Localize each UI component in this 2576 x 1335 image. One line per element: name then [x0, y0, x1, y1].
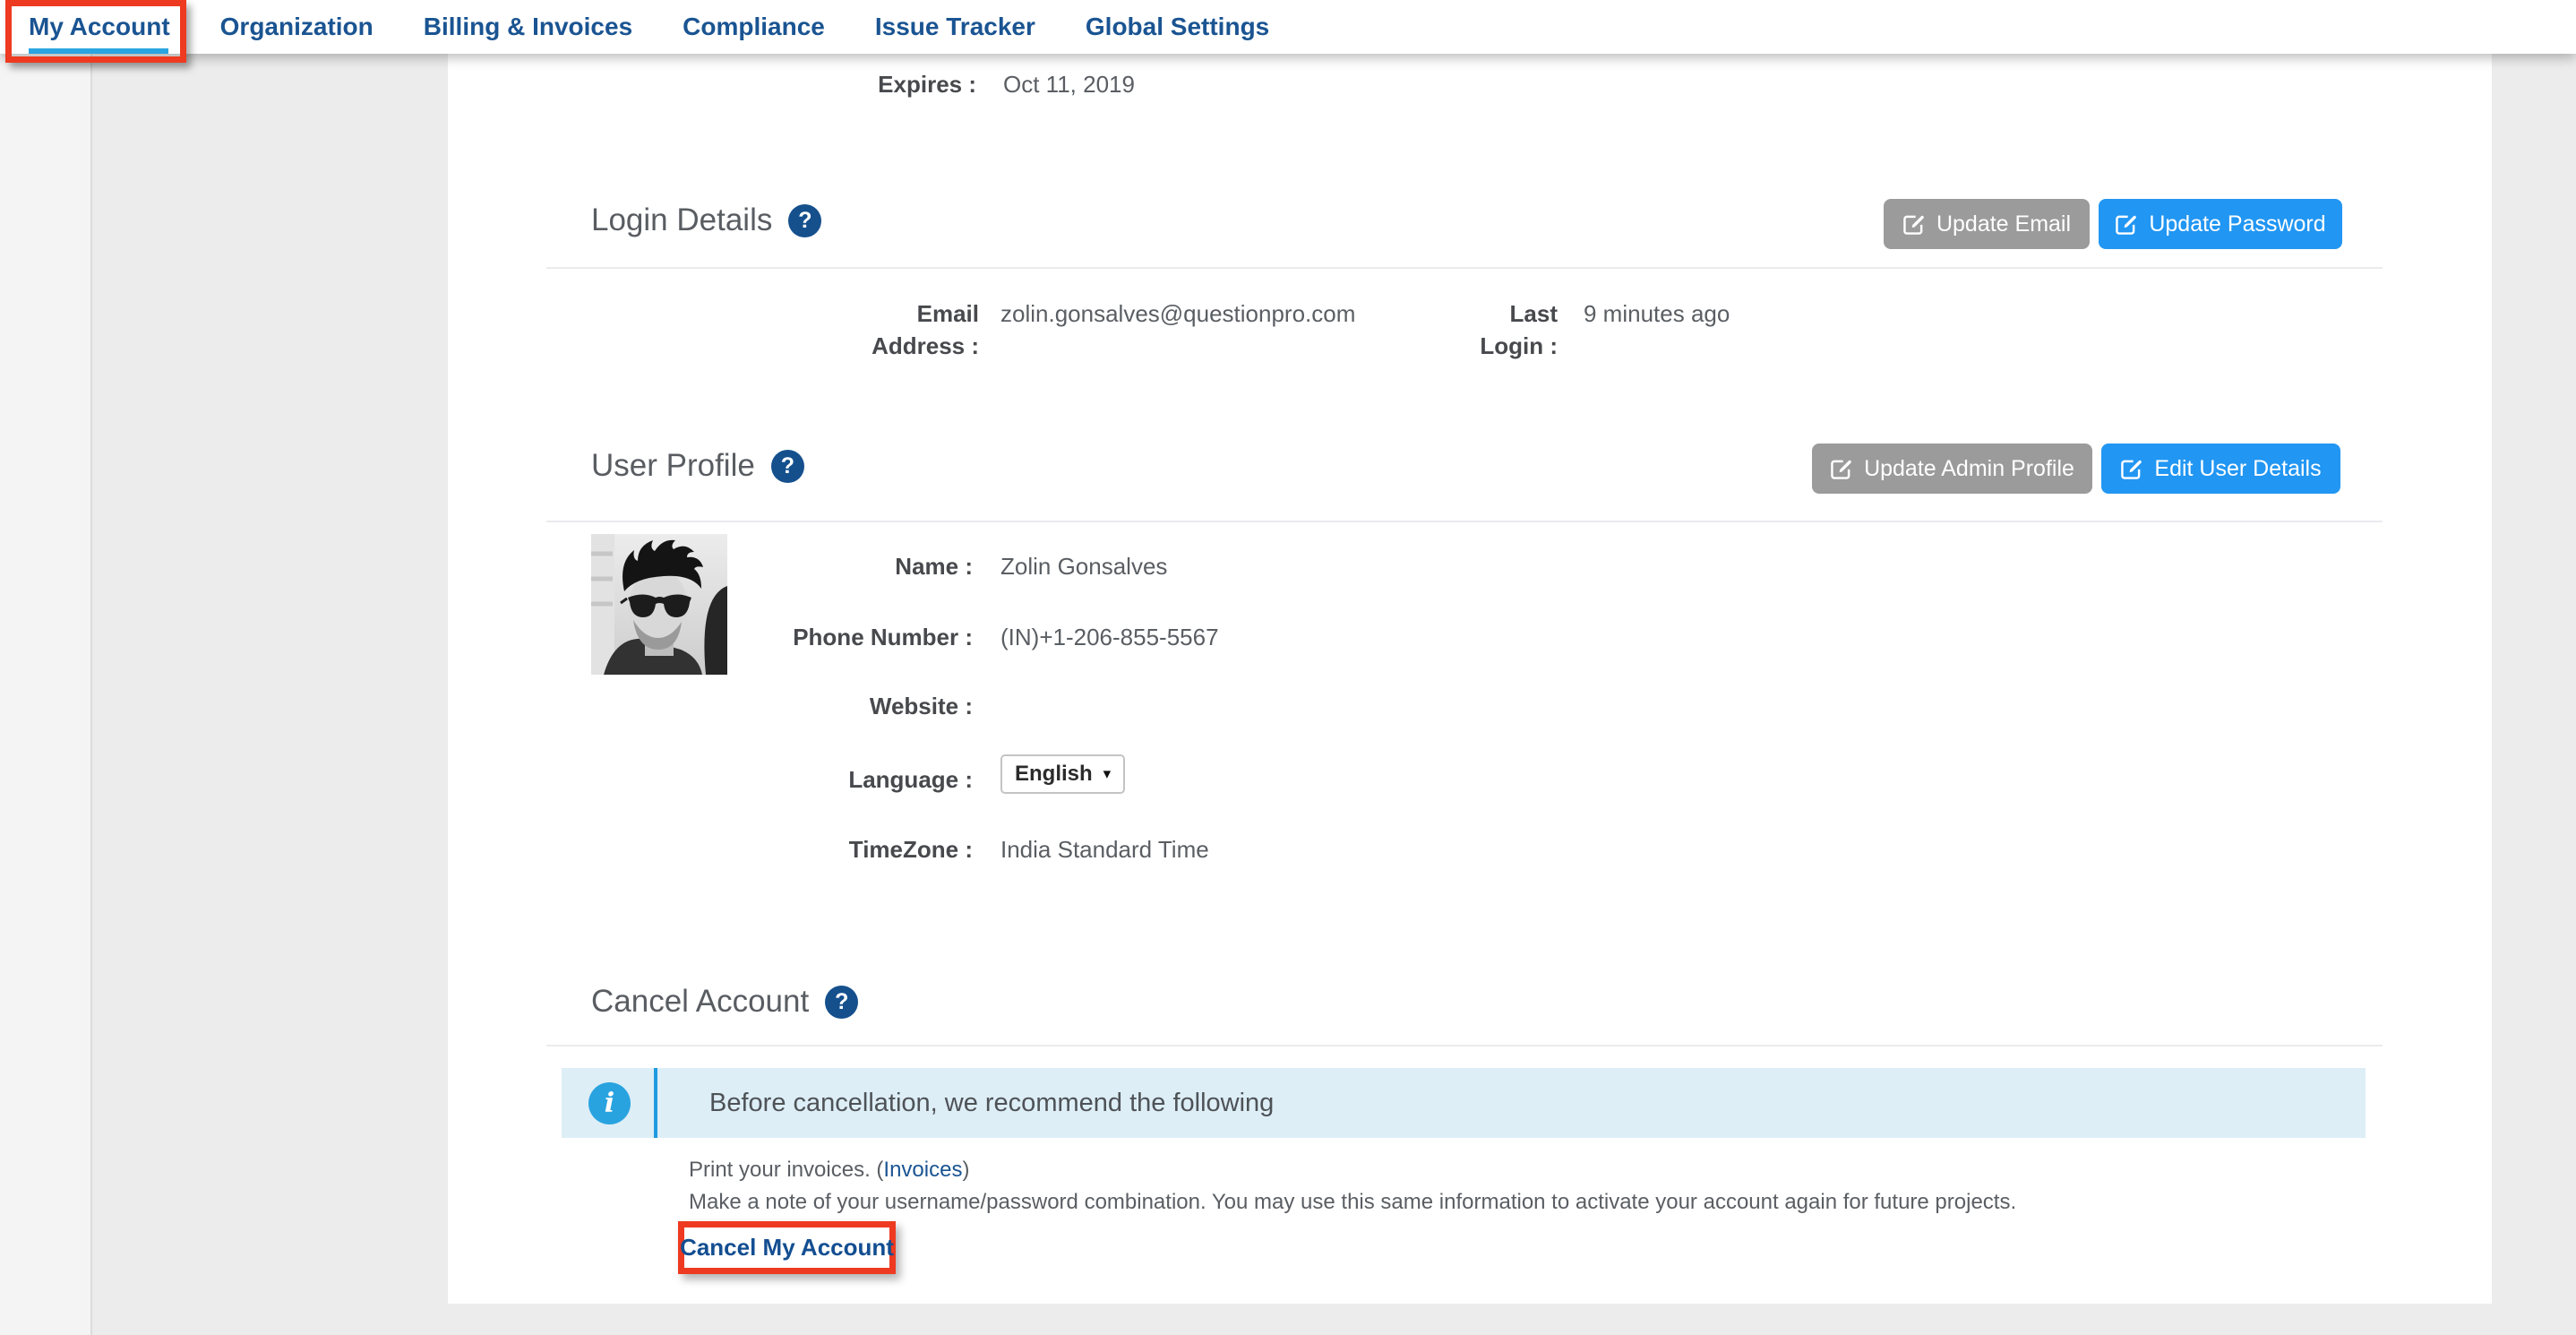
cancel-my-account-link[interactable]: Cancel My Account: [680, 1234, 894, 1262]
update-admin-profile-button[interactable]: Update Admin Profile: [1812, 444, 2092, 494]
user-profile-title: User Profile: [591, 448, 755, 484]
pencil-square-icon: [2115, 212, 2138, 236]
update-password-label: Update Password: [2149, 211, 2325, 237]
section-divider: [546, 267, 2383, 269]
name-label: Name :: [722, 550, 973, 582]
phone-number-value: (IN)+1-206-855-5567: [1000, 621, 1219, 653]
help-icon[interactable]: ?: [825, 986, 858, 1019]
timezone-value: India Standard Time: [1000, 833, 1209, 866]
section-user-profile: User Profile ?: [591, 448, 804, 484]
email-address-value: zolin.gonsalves@questionpro.com: [1000, 297, 1355, 330]
annotation-box-cancel-my-account: Cancel My Account: [678, 1221, 896, 1274]
info-banner: i Before cancellation, we recommend the …: [562, 1068, 2366, 1138]
info-banner-divider: [654, 1068, 657, 1138]
tab-issue-tracker[interactable]: Issue Tracker: [875, 13, 1035, 41]
section-login-details: Login Details ?: [591, 202, 821, 238]
expires-value: Oct 11, 2019: [1003, 68, 1135, 100]
tab-global-settings[interactable]: Global Settings: [1086, 13, 1269, 41]
language-dropdown[interactable]: English ▾: [1000, 754, 1125, 794]
tab-my-account-label: My Account: [29, 13, 170, 40]
pencil-square-icon: [2120, 457, 2143, 480]
info-icon: i: [588, 1082, 631, 1124]
update-email-label: Update Email: [1936, 211, 2071, 237]
edit-user-details-label: Edit User Details: [2154, 456, 2321, 482]
update-password-button[interactable]: Update Password: [2099, 199, 2342, 249]
top-nav: My Account Organization Billing & Invoic…: [0, 0, 2576, 54]
timezone-label: TimeZone :: [722, 833, 973, 866]
print-invoices-text: Print your invoices. (: [689, 1158, 883, 1182]
help-icon[interactable]: ?: [788, 204, 821, 237]
expires-label: Expires :: [752, 68, 976, 100]
last-login-label: Last Login :: [1459, 297, 1558, 362]
name-value: Zolin Gonsalves: [1000, 550, 1167, 582]
cancel-account-title: Cancel Account: [591, 984, 809, 1020]
invoices-link[interactable]: Invoices: [883, 1158, 962, 1182]
username-password-note: Make a note of your username/password co…: [689, 1190, 2016, 1215]
caret-down-icon: ▾: [1103, 765, 1112, 783]
print-invoices-line: Print your invoices. (Invoices): [689, 1158, 969, 1183]
section-divider: [546, 521, 2383, 522]
update-admin-profile-label: Update Admin Profile: [1864, 456, 2074, 482]
language-selected-value: English: [1015, 762, 1093, 787]
last-login-value: 9 minutes ago: [1584, 297, 1730, 330]
content-card: Expires : Oct 11, 2019 Login Details ? U…: [448, 54, 2492, 1304]
print-invoices-text-close: ): [962, 1158, 969, 1182]
info-banner-heading: Before cancellation, we recommend the fo…: [709, 1089, 1274, 1118]
update-email-button[interactable]: Update Email: [1884, 199, 2090, 249]
pencil-square-icon: [1830, 457, 1853, 480]
tab-billing-invoices[interactable]: Billing & Invoices: [424, 13, 632, 41]
collapsed-sidebar: [0, 54, 92, 1335]
tab-organization[interactable]: Organization: [220, 13, 374, 41]
tab-my-account[interactable]: My Account: [29, 13, 170, 41]
website-label: Website :: [722, 690, 973, 722]
language-label: Language :: [722, 763, 973, 796]
section-divider: [546, 1045, 2383, 1046]
edit-user-details-button[interactable]: Edit User Details: [2101, 444, 2340, 494]
avatar: [591, 534, 727, 675]
help-icon[interactable]: ?: [771, 450, 804, 483]
section-cancel-account: Cancel Account ?: [591, 984, 858, 1020]
phone-number-label: Phone Number :: [722, 621, 973, 653]
pencil-square-icon: [1902, 212, 1926, 236]
email-address-label: Email Address :: [845, 297, 979, 362]
login-details-title: Login Details: [591, 202, 772, 238]
tab-compliance[interactable]: Compliance: [683, 13, 825, 41]
